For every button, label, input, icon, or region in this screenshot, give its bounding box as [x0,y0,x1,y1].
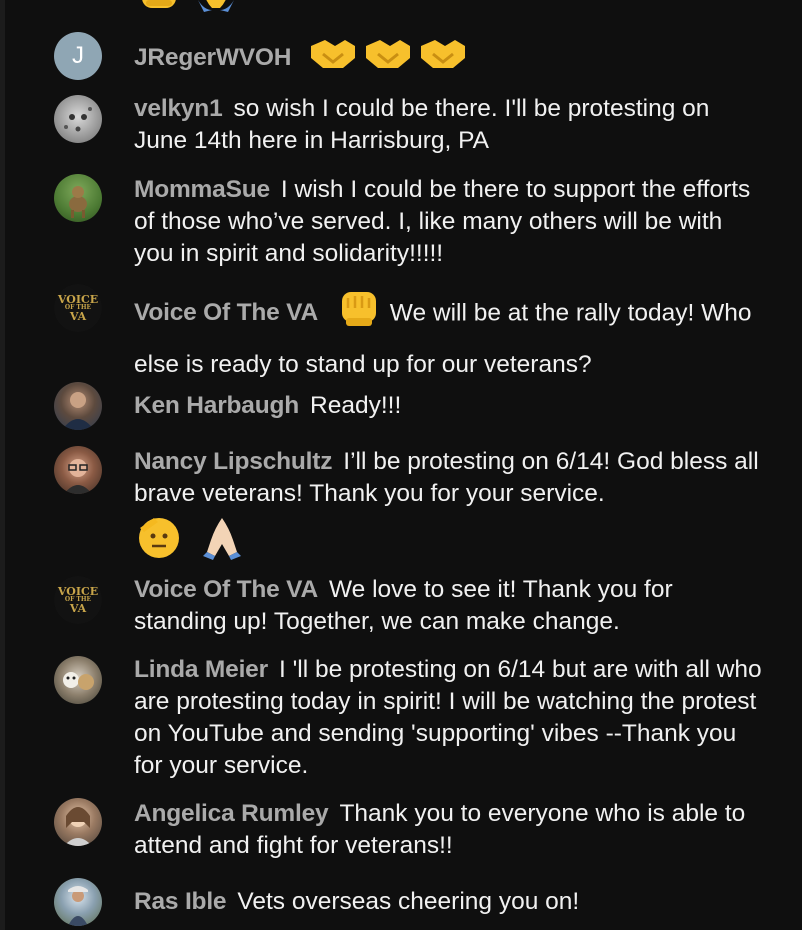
avatar[interactable] [54,174,102,222]
author-name[interactable]: JRegerWVOH [134,44,291,71]
avatar[interactable] [54,446,102,494]
author-name[interactable]: Angelica Rumley [134,800,329,827]
avatar[interactable] [54,798,102,846]
dog-icon [69,186,87,218]
avatar[interactable]: J [54,32,102,80]
logo-line: VA [69,310,87,323]
handshake-icon [364,36,412,81]
author-name[interactable]: Linda Meier [134,656,268,683]
snow-leopard-icon [64,107,92,132]
avatar[interactable]: VOICE OF THE VA [54,284,102,332]
woman-glasses-icon [64,459,92,494]
author-name[interactable]: MommaSue [134,176,270,203]
avatar[interactable] [54,656,102,704]
avatar[interactable] [54,95,102,143]
saluting-face-icon [134,514,184,569]
logo-line: VA [69,602,87,615]
author-name[interactable]: Ras Ible [134,888,227,915]
raised-fist-icon [336,284,382,344]
avatar[interactable]: VOICE OF THE VA [54,576,102,624]
handshake-icon [309,36,357,81]
emoji-line [134,514,766,569]
left-border [0,0,5,930]
handshake-icon [419,36,467,81]
message-text: Vets overseas cheering you on! [237,888,580,915]
folded-hands-icon [198,0,234,12]
avatar[interactable] [54,382,102,430]
author-name[interactable]: Voice Of The VA [134,299,318,326]
avatar-initial: J [72,42,84,69]
partial-emoji-row [140,0,260,12]
person-outdoors-icon [68,886,88,926]
author-name[interactable]: velkyn1 [134,95,223,122]
author-name[interactable]: Voice Of The VA [134,576,318,603]
person-portrait-icon [62,392,94,430]
raised-fist-icon [142,0,176,8]
avatar[interactable] [54,878,102,926]
folded-hands-icon [199,514,245,569]
voice-of-the-va-logo: VOICE OF THE VA [54,284,102,332]
message-text: Ready!!! [310,392,402,419]
voice-of-the-va-logo: VOICE OF THE VA [54,576,102,624]
dogs-icon [63,672,94,690]
woman-portrait-icon [64,807,92,846]
author-name[interactable]: Nancy Lipschultz [134,448,332,475]
author-name[interactable]: Ken Harbaugh [134,392,299,419]
